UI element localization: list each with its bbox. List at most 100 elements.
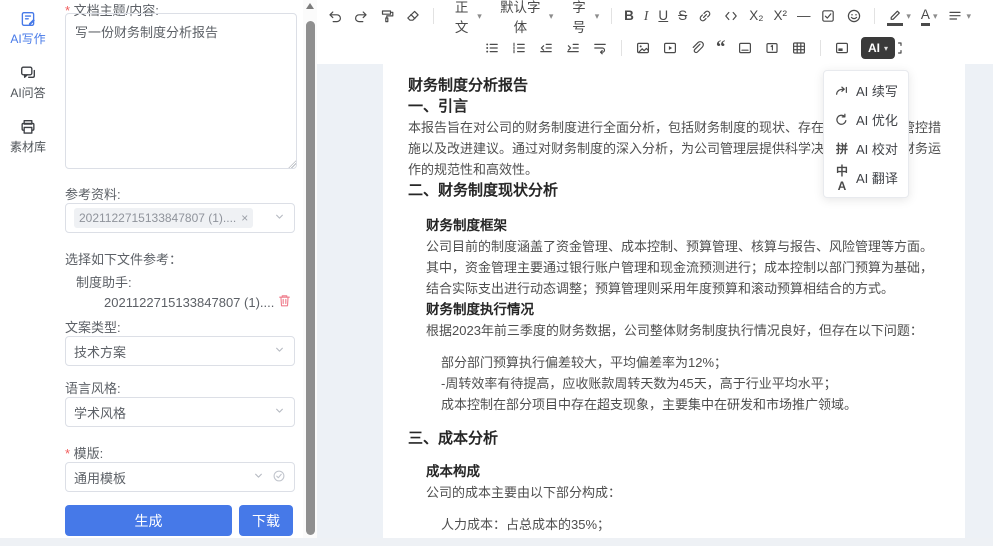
menu-ai-optimize[interactable]: AI 优化 [824, 105, 908, 134]
task-list-button[interactable] [816, 3, 840, 29]
bullet-list-icon [484, 40, 500, 56]
highlight-color-button[interactable]: ▾ [883, 3, 915, 29]
check-circle-icon [272, 469, 286, 486]
align-icon [947, 8, 963, 24]
menu-ai-continue[interactable]: AI 续写 [824, 76, 908, 105]
nav-material-library-icon [19, 118, 37, 136]
eraser-icon [405, 8, 421, 24]
indent-button[interactable] [561, 35, 585, 61]
caret-down-icon: ▾ [549, 11, 554, 22]
inline-code-icon [723, 8, 739, 24]
text-wrap-icon [592, 40, 608, 56]
document-line[interactable]: 财务制度执行情况 [426, 299, 952, 320]
nav-ai-writing[interactable]: AI写作 [0, 10, 56, 47]
italic-button[interactable]: I [640, 3, 653, 29]
inline-code-button[interactable] [719, 3, 743, 29]
template-select[interactable]: 通用模板 [65, 462, 295, 492]
chevron-down-icon [273, 210, 286, 226]
undo-button[interactable] [323, 3, 347, 29]
template-label: 模版: [65, 443, 103, 462]
outdent-icon [538, 40, 554, 56]
document-line[interactable]: -周转效率有待提高，应收账款周转天数为45天，高于行业平均水平； [441, 373, 952, 394]
scroll-up-arrow-icon[interactable] [306, 3, 314, 9]
nav-material-library[interactable]: 素材库 [0, 118, 56, 155]
page-break-icon [764, 40, 780, 56]
menu-ai-optimize-icon [834, 112, 849, 127]
strikethrough-button[interactable]: S [674, 3, 691, 29]
align-select[interactable]: ▾ [943, 3, 975, 29]
ai-menu-button[interactable]: AI ▾ [861, 37, 895, 59]
form-actions: 生成 下载 [65, 505, 293, 536]
caret-down-icon: ▾ [906, 11, 911, 22]
document-line[interactable]: 结合实际支出进行动态调整；预算管理则采用年度预算和滚动预算相结合的方式。 [426, 278, 952, 299]
insert-video-button[interactable] [658, 35, 682, 61]
nav-ai-qa[interactable]: AI问答 [0, 64, 56, 101]
insert-table-button[interactable] [787, 35, 811, 61]
reference-select[interactable]: 2021122715133847807 (1).... × [65, 203, 295, 233]
scrollbar-thumb[interactable] [306, 21, 315, 535]
topic-textarea[interactable]: 写一份财务制度分析报告 [65, 13, 297, 169]
style-select[interactable]: 学术风格 [65, 397, 295, 427]
document-line[interactable]: 根据2023年前三季度的财务数据，公司整体财务制度执行情况良好，但存在以下问题： [426, 320, 952, 341]
indent-icon [565, 40, 581, 56]
document-line[interactable]: 人力成本：占总成本的35%； [441, 514, 952, 535]
page-break-button[interactable] [760, 35, 784, 61]
document-line[interactable]: 财务制度框架 [426, 215, 952, 236]
bold-button[interactable]: B [620, 3, 638, 29]
insert-image-icon [635, 40, 651, 56]
font-family-select[interactable]: 默认字体 ▾ [488, 3, 558, 29]
format-painter-icon [379, 8, 395, 24]
divider-button[interactable] [733, 35, 757, 61]
caret-down-icon: ▾ [595, 11, 600, 22]
document-line[interactable]: 公司的成本主要由以下部分构成： [426, 482, 952, 503]
menu-ai-proofread[interactable]: 拼 AI 校对 [824, 134, 908, 163]
font-size-select[interactable]: 字号 ▾ [559, 3, 603, 29]
attachment-icon [689, 40, 705, 56]
files-section-label: 选择如下文件参考： [65, 249, 182, 268]
trash-icon[interactable] [277, 293, 292, 311]
reference-label: 参考资料: [65, 184, 121, 203]
outdent-button[interactable] [534, 35, 558, 61]
insert-image-button[interactable] [631, 35, 655, 61]
blockquote-button[interactable]: “ [712, 35, 730, 61]
attachment-button[interactable] [685, 35, 709, 61]
underline-button[interactable]: U [654, 3, 672, 29]
task-list-icon [820, 8, 836, 24]
document-line[interactable]: 成本构成 [426, 461, 952, 482]
chevron-down-icon [252, 469, 265, 485]
generate-button[interactable]: 生成 [65, 505, 232, 536]
tag-close-icon[interactable]: × [241, 211, 248, 225]
document-line[interactable]: 部分部门预算执行偏差较大，平均偏差率为12%； [441, 352, 952, 373]
reference-tag: 2021122715133847807 (1).... × [74, 208, 253, 228]
nav-ai-qa-icon [19, 64, 37, 82]
font-color-button[interactable]: A ▾ [917, 3, 942, 29]
style-label: 语言风格: [65, 378, 121, 397]
file-row: 2021122715133847807 (1).... [104, 293, 292, 311]
ordered-list-button[interactable] [507, 35, 531, 61]
eraser-button[interactable] [401, 3, 425, 29]
nav-ai-writing-icon [19, 10, 37, 28]
bullet-list-button[interactable] [480, 35, 504, 61]
pip-layout-button[interactable] [830, 35, 854, 61]
subscript-button[interactable]: X₂ [745, 3, 767, 29]
document-line[interactable]: 公司目前的制度涵盖了资金管理、成本控制、预算管理、核算与报告、风险管理等方面。 [426, 236, 952, 257]
caret-down-icon: ▾ [884, 44, 888, 53]
emoji-button[interactable] [842, 3, 866, 29]
menu-ai-translate[interactable]: 中A AI 翻译 [824, 163, 908, 192]
link-button[interactable] [693, 3, 717, 29]
pip-layout-icon [834, 40, 850, 56]
document-line[interactable]: 其中，资金管理主要通过银行账户管理和现金流预测进行；成本控制以部门预算为基础， [426, 257, 952, 278]
panel-scrollbar[interactable] [303, 0, 317, 538]
document-line[interactable]: 成本控制在部分项目中存在超支现象，主要集中在研发和市场推广领域。 [441, 394, 952, 415]
download-button[interactable]: 下载 [239, 505, 293, 536]
horizontal-rule-button[interactable]: — [793, 3, 815, 29]
doc-type-select[interactable]: 技术方案 [65, 336, 295, 366]
caret-down-icon: ▾ [933, 11, 938, 22]
superscript-button[interactable]: X² [769, 3, 791, 29]
document-line[interactable]: 三、成本分析 [408, 428, 952, 449]
text-wrap-button[interactable] [588, 35, 612, 61]
paragraph-style-select[interactable]: 正文 ▾ [442, 3, 486, 29]
redo-button[interactable] [349, 3, 373, 29]
link-icon [697, 8, 713, 24]
format-painter-button[interactable] [375, 3, 399, 29]
